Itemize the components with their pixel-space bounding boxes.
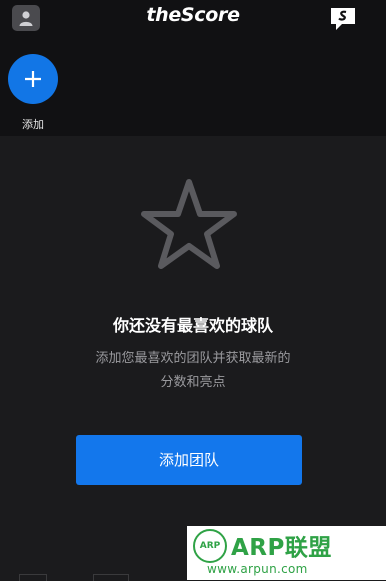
empty-state-description-line: 添加您最喜欢的团队并获取最新的 [95, 351, 291, 366]
top-bar: theScore [0, 0, 386, 40]
chat-icon [331, 8, 355, 30]
chat-button[interactable] [329, 5, 357, 33]
star-icon [141, 179, 237, 269]
watermark-logo: ARP [193, 529, 227, 563]
add-button[interactable] [8, 54, 58, 104]
watermark: ARP ARP联盟 www.arpun.com [187, 526, 386, 580]
plus-icon [25, 71, 41, 87]
empty-state-title: 你还没有最喜欢的球队 [112, 316, 273, 335]
add-label: 添加 [22, 118, 44, 131]
empty-state-description-line: 分数和亮点 [160, 375, 226, 390]
empty-state-description: 添加您最喜欢的团队并获取最新的 分数和亮点 [70, 347, 316, 395]
watermark-title: ARP联盟 [231, 535, 332, 561]
add-team-button[interactable]: 添加团队 [76, 435, 302, 485]
watermark-url: www.arpun.com [207, 562, 308, 576]
add-section: 添加 [0, 40, 386, 136]
